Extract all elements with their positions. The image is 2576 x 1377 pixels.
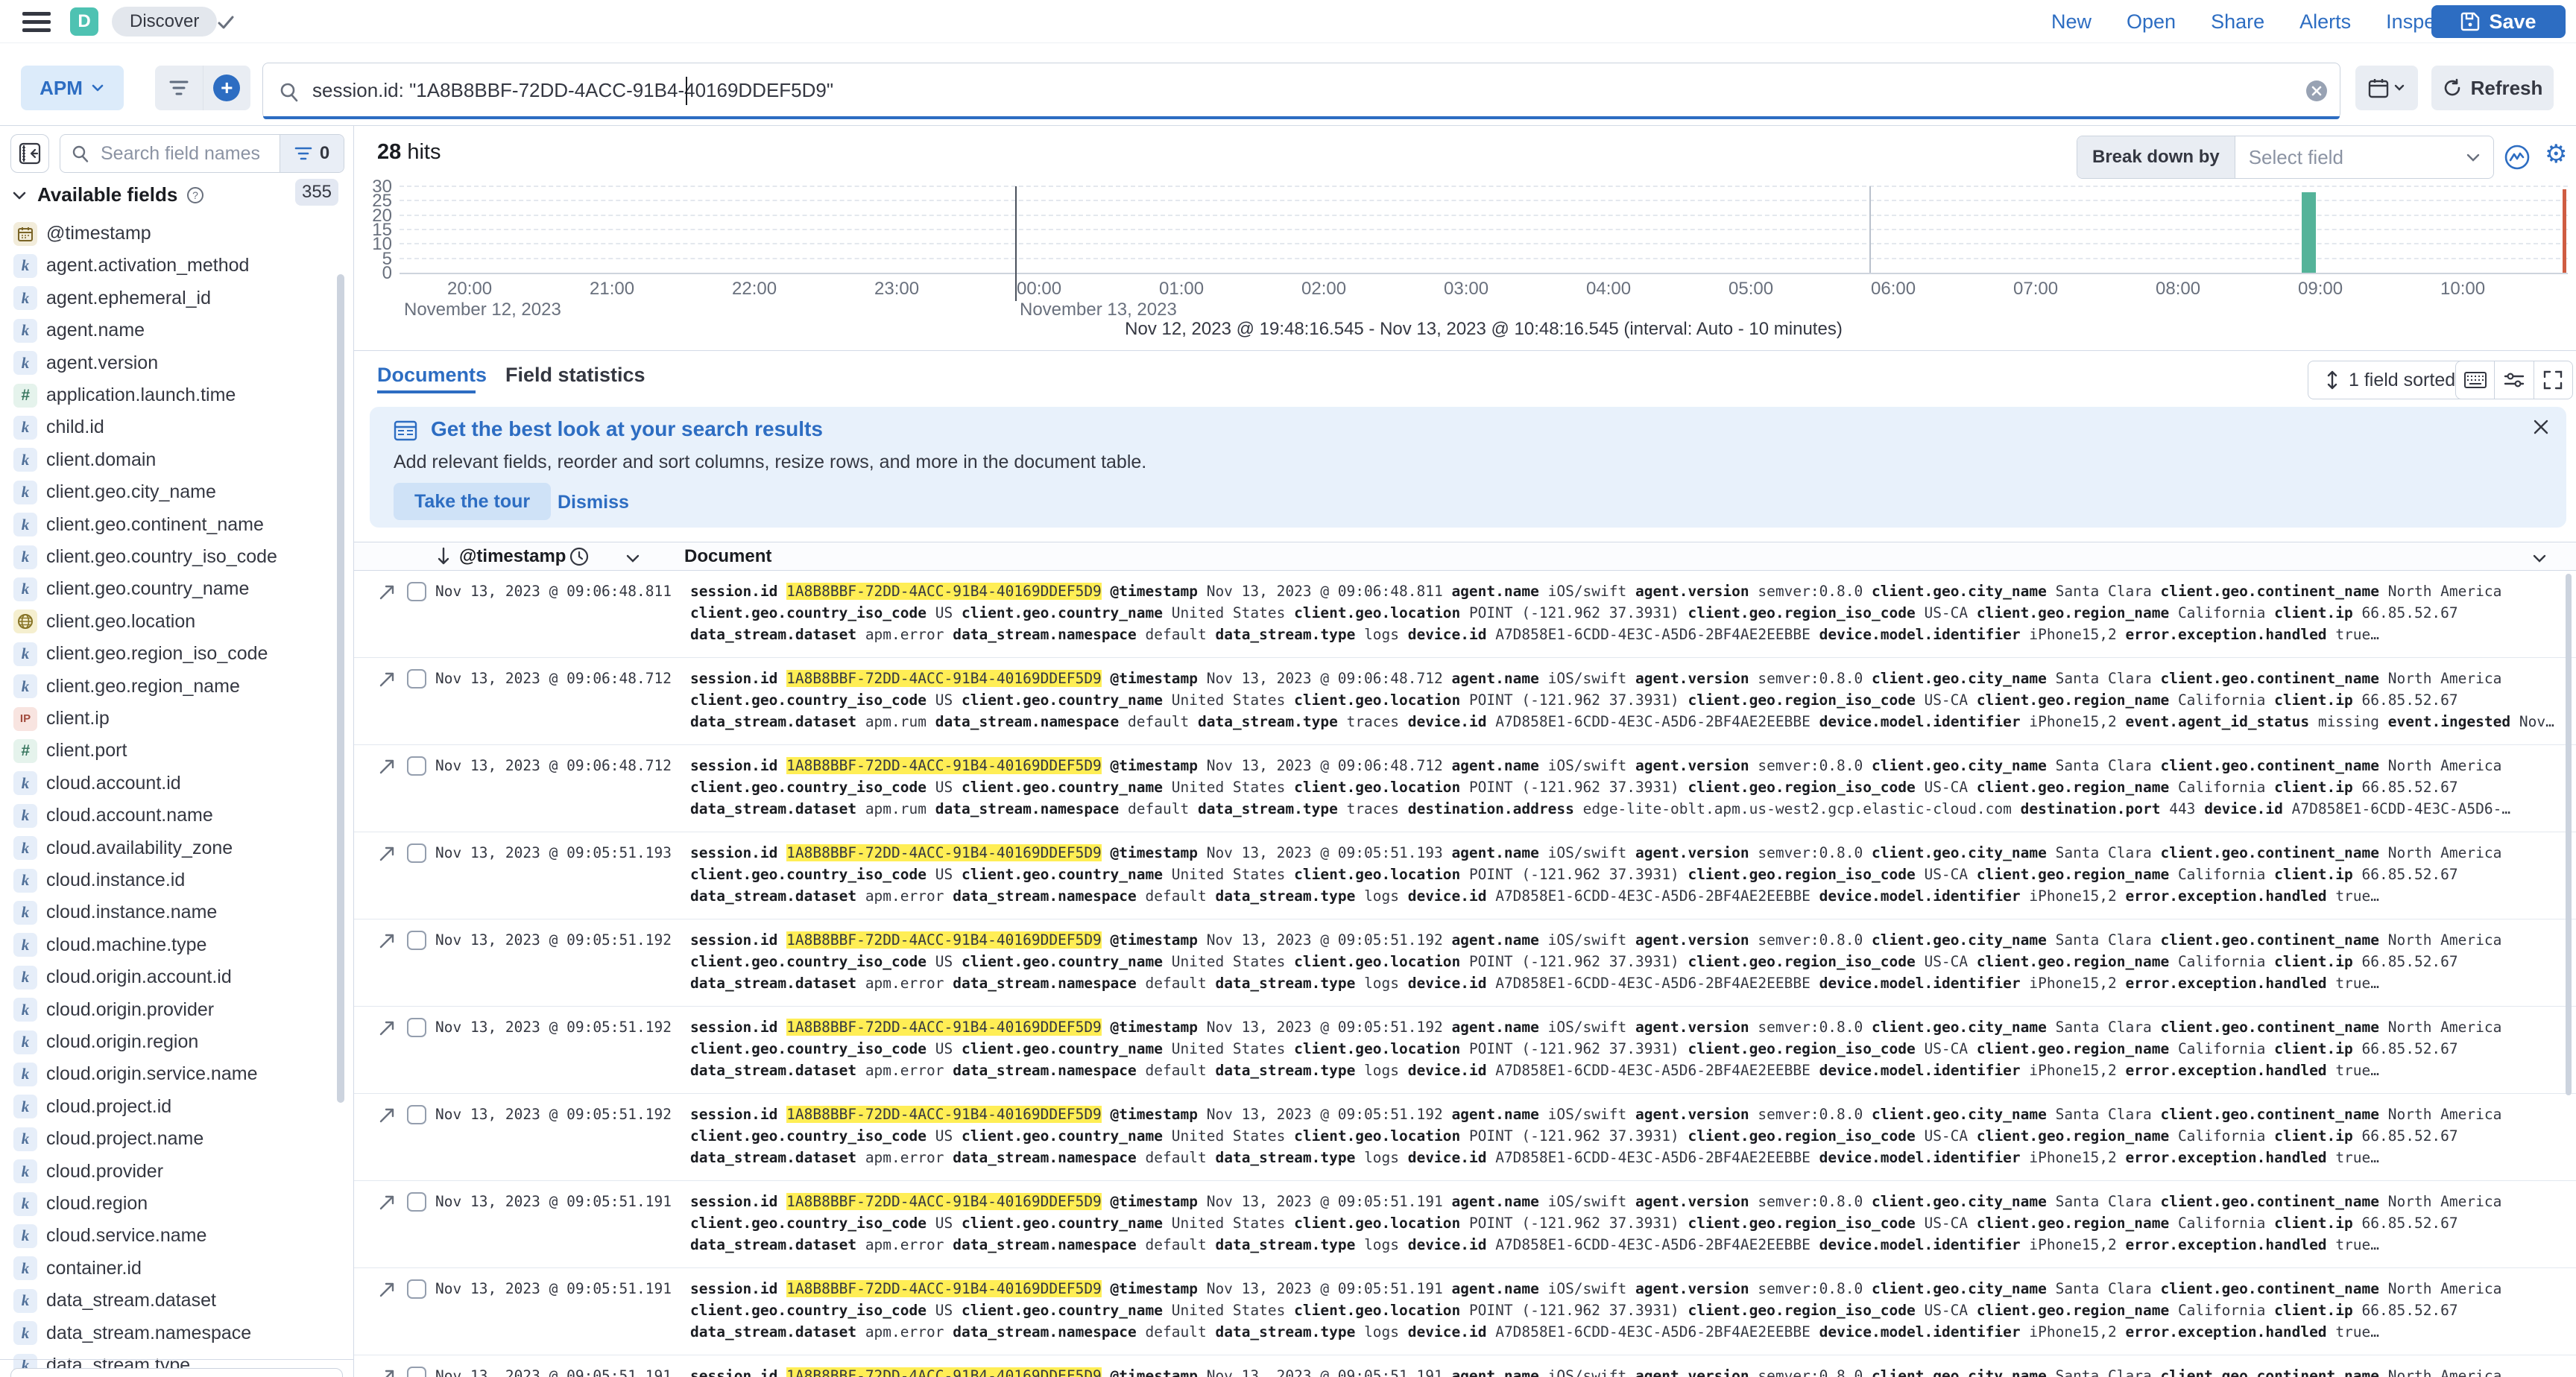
row-timestamp: Nov 13, 2023 @ 09:05:51.191 bbox=[435, 1367, 672, 1377]
row-document[interactable]: session.id 1A8B8BBF-72DD-4ACC-91B4-40169… bbox=[690, 1278, 2561, 1343]
row-timestamp: Nov 13, 2023 @ 09:06:48.712 bbox=[435, 757, 672, 774]
row-checkbox[interactable] bbox=[407, 1279, 426, 1299]
expand-row-icon[interactable] bbox=[377, 844, 397, 864]
expand-row-icon[interactable] bbox=[377, 670, 397, 689]
row-timestamp: Nov 13, 2023 @ 09:06:48.712 bbox=[435, 670, 672, 687]
row-checkbox[interactable] bbox=[407, 1105, 426, 1124]
expand-row-icon[interactable] bbox=[377, 1280, 397, 1300]
row-separator bbox=[354, 1093, 2576, 1094]
row-document[interactable]: session.id 1A8B8BBF-72DD-4ACC-91B4-40169… bbox=[690, 1191, 2561, 1256]
row-document[interactable]: session.id 1A8B8BBF-72DD-4ACC-91B4-40169… bbox=[690, 842, 2561, 907]
row-separator bbox=[354, 1006, 2576, 1007]
row-timestamp: Nov 13, 2023 @ 09:05:51.193 bbox=[435, 844, 672, 861]
row-checkbox[interactable] bbox=[407, 1018, 426, 1037]
row-separator bbox=[354, 657, 2576, 658]
expand-row-icon[interactable] bbox=[377, 583, 397, 602]
row-document[interactable]: session.id 1A8B8BBF-72DD-4ACC-91B4-40169… bbox=[690, 580, 2561, 645]
expand-row-icon[interactable] bbox=[377, 931, 397, 951]
expand-row-icon[interactable] bbox=[377, 757, 397, 776]
expand-row-icon[interactable] bbox=[377, 1106, 397, 1125]
row-checkbox[interactable] bbox=[407, 1367, 426, 1377]
document-table: Nov 13, 2023 @ 09:06:48.811 session.id 1A… bbox=[0, 0, 2576, 1377]
expand-row-icon[interactable] bbox=[377, 1019, 397, 1038]
row-separator bbox=[354, 1180, 2576, 1181]
row-checkbox[interactable] bbox=[407, 1192, 426, 1212]
row-checkbox[interactable] bbox=[407, 931, 426, 950]
row-checkbox[interactable] bbox=[407, 756, 426, 776]
row-document[interactable]: session.id 1A8B8BBF-72DD-4ACC-91B4-40169… bbox=[690, 755, 2561, 820]
row-checkbox[interactable] bbox=[407, 669, 426, 688]
row-separator bbox=[354, 1267, 2576, 1268]
row-document[interactable]: session.id 1A8B8BBF-72DD-4ACC-91B4-40169… bbox=[690, 929, 2561, 994]
row-separator bbox=[354, 744, 2576, 745]
discover-app: D Discover New Open Share Alerts Inspect… bbox=[0, 0, 2576, 1377]
row-document[interactable]: session.id 1A8B8BBF-72DD-4ACC-91B4-40169… bbox=[690, 1104, 2561, 1168]
row-document[interactable]: session.id 1A8B8BBF-72DD-4ACC-91B4-40169… bbox=[690, 1365, 2561, 1377]
row-timestamp: Nov 13, 2023 @ 09:05:51.192 bbox=[435, 1019, 672, 1036]
row-document[interactable]: session.id 1A8B8BBF-72DD-4ACC-91B4-40169… bbox=[690, 668, 2561, 732]
row-timestamp: Nov 13, 2023 @ 09:05:51.191 bbox=[435, 1280, 672, 1297]
row-timestamp: Nov 13, 2023 @ 09:05:51.192 bbox=[435, 931, 672, 949]
row-timestamp: Nov 13, 2023 @ 09:05:51.191 bbox=[435, 1193, 672, 1210]
row-timestamp: Nov 13, 2023 @ 09:06:48.811 bbox=[435, 583, 672, 600]
row-checkbox[interactable] bbox=[407, 843, 426, 863]
row-checkbox[interactable] bbox=[407, 582, 426, 601]
table-scrollbar[interactable] bbox=[2566, 574, 2572, 1095]
row-timestamp: Nov 13, 2023 @ 09:05:51.192 bbox=[435, 1106, 672, 1123]
expand-row-icon[interactable] bbox=[377, 1193, 397, 1212]
row-document[interactable]: session.id 1A8B8BBF-72DD-4ACC-91B4-40169… bbox=[690, 1016, 2561, 1081]
expand-row-icon[interactable] bbox=[377, 1367, 397, 1377]
